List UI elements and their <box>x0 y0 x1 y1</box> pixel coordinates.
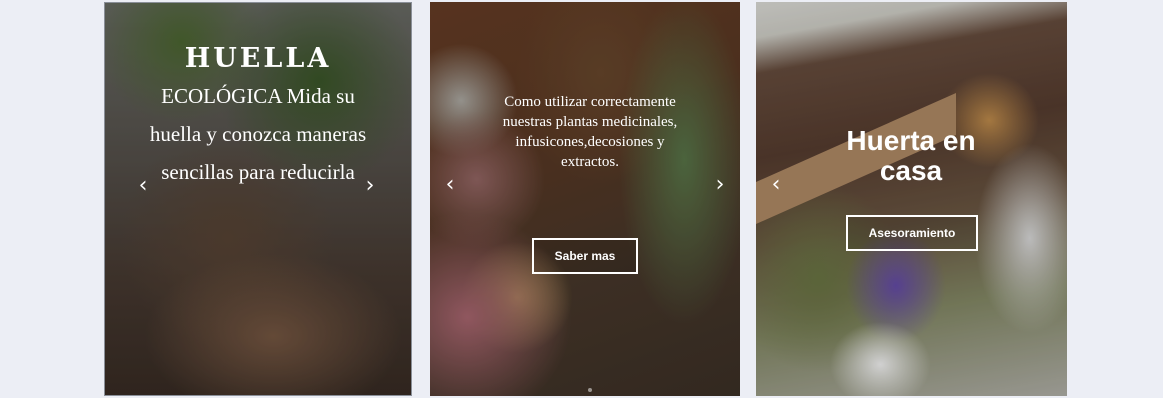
slide-overlay <box>756 2 1067 396</box>
chevron-left-icon[interactable]: ‹ <box>440 174 460 196</box>
chevron-right-icon[interactable]: › <box>710 174 730 196</box>
saber-mas-button[interactable]: Saber mas <box>532 238 638 274</box>
slide-title: HUELLA <box>184 43 332 74</box>
slide-overlay <box>430 2 740 396</box>
asesoramiento-button[interactable]: Asesoramiento <box>846 215 978 251</box>
slide-body-text: Como utilizar correctamente nuestras pla… <box>502 94 678 170</box>
slide-title: Huerta en casa <box>846 125 976 186</box>
chevron-left-icon[interactable]: ‹ <box>766 174 786 196</box>
carousel-slide-huella: ‹ › HUELLA ECOLÓGICA Mida su huella y co… <box>104 2 412 396</box>
slide-body-text: ECOLÓGICA Mida su huella y conozca maner… <box>149 84 367 184</box>
carousel-slide-plantas: ‹ › Como utilizar correctamente nuestras… <box>430 2 740 396</box>
carousel-slide-huerta: ‹ Huerta en casa Asesoramiento <box>756 2 1067 396</box>
carousel-indicator[interactable] <box>588 388 592 392</box>
